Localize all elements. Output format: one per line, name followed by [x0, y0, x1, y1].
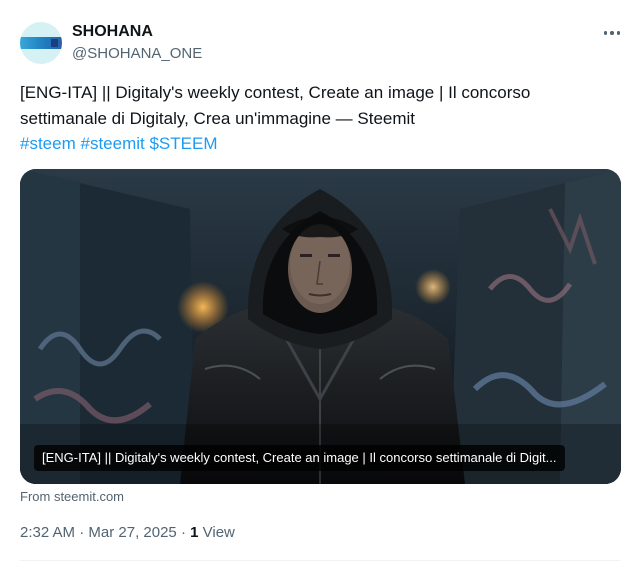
divider: [20, 560, 620, 561]
link-card-image[interactable]: [ENG-ITA] || Digitaly's weekly contest, …: [20, 169, 621, 484]
tweet-meta: 2:32 AM · Mar 27, 2025 · 1 View: [20, 524, 235, 541]
user-handle[interactable]: @SHOHANA_ONE: [72, 45, 202, 62]
tweet-text-line-1: [ENG-ITA] || Digitaly's weekly contest, …: [20, 83, 531, 102]
tweet-date[interactable]: Mar 27, 2025: [88, 524, 176, 541]
hashtag-steemit[interactable]: #steemit: [80, 134, 144, 153]
views-count: 1: [190, 524, 199, 541]
hashtag-row: #steem #steemit $STEEM: [20, 131, 620, 157]
tweet-text: [ENG-ITA] || Digitaly's weekly contest, …: [20, 80, 620, 157]
ellipsis-icon: [603, 31, 621, 35]
hooded-figure-image: [20, 169, 621, 484]
link-source[interactable]: From steemit.com: [20, 489, 124, 504]
avatar-logo: [20, 37, 62, 49]
meta-separator: ·: [79, 524, 85, 541]
views-label: View: [202, 524, 235, 541]
display-name[interactable]: SHOHANA: [72, 23, 153, 41]
hashtag-steem[interactable]: #steem: [20, 134, 76, 153]
more-options-button[interactable]: [598, 22, 626, 44]
tweet-text-line-2: settimanale di Digitaly, Crea un'immagin…: [20, 108, 416, 128]
meta-separator: ·: [180, 524, 186, 541]
avatar[interactable]: [20, 22, 62, 64]
tweet-time[interactable]: 2:32 AM: [20, 524, 75, 541]
cashtag-steem[interactable]: $STEEM: [149, 134, 217, 153]
tweet: SHOHANA @SHOHANA_ONE [ENG-ITA] || Digita…: [0, 0, 640, 573]
link-card-title: [ENG-ITA] || Digitaly's weekly contest, …: [34, 445, 565, 471]
